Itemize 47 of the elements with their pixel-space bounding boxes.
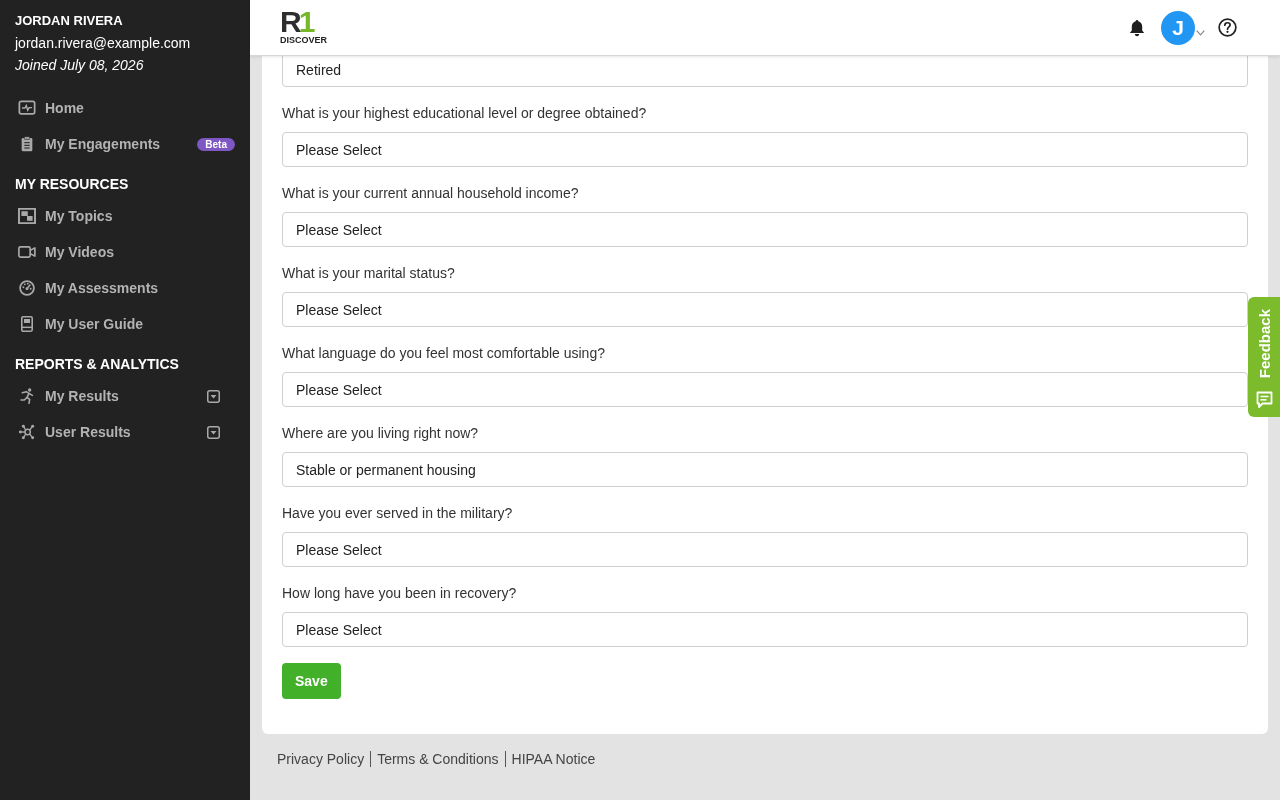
sidebar-nav-item[interactable]: My Assessments [0,270,250,306]
question-label: Where are you living right now? [282,424,479,443]
pulse-monitor-icon [18,100,36,116]
user-name: JORDAN RIVERA [15,12,123,30]
select-field[interactable]: Please Select [282,612,1248,647]
question-label: Have you ever served in the military? [282,504,513,523]
logo-caption: DISCOVER [280,35,327,46]
label-badge: Beta [197,137,235,151]
book-icon [18,316,36,332]
select-field[interactable]: Please Select [282,132,1248,167]
footer-link[interactable]: HIPAA Notice [504,751,602,767]
select-field[interactable]: Please Select [282,292,1248,327]
question-label: What is your current annual household income? [282,184,579,203]
caret-icon[interactable] [1196,29,1205,36]
user-email: jordan.rivera@example.com [15,34,191,53]
logo-mark[interactable]: R1 [280,9,313,34]
question-label: How long have you been in recovery? [282,584,517,603]
sidebar-nav-item[interactable]: My User Guide [0,306,250,342]
picture-frame-icon [18,208,36,224]
select-field[interactable]: Retired [282,56,1248,87]
section-heading: REPORTS & ANALYTICS [15,356,179,372]
caret-box-icon[interactable] [207,425,220,439]
question-label: What is your highest educational level or degree obtained? [282,104,647,123]
sidebar-nav-item[interactable]: My Videos [0,234,250,270]
select-field[interactable]: Please Select [282,212,1248,247]
footer-link[interactable]: Terms & Conditions [370,751,505,767]
running-figure-icon [18,388,36,404]
bell-icon[interactable] [1129,18,1145,37]
sidebar-nav-item[interactable]: User Results [0,414,250,450]
section-heading: MY RESOURCES [15,176,129,192]
select-field[interactable]: Please Select [282,532,1248,567]
network-nodes-icon [18,424,36,440]
sidebar-nav-item[interactable]: Home [0,90,250,126]
question-label: What language do you feel most comfortable using? [282,344,605,363]
video-camera-icon [18,244,36,260]
gauge-icon [18,280,36,296]
sidebar-nav-item[interactable]: My Engagements Beta [0,126,250,162]
select-field[interactable]: Please Select [282,372,1248,407]
chat-bubble-icon [1255,391,1273,409]
caret-box-icon[interactable] [207,389,220,403]
footer-link[interactable]: Privacy Policy [277,749,371,769]
question-label: What is your marital status? [282,264,455,283]
help-icon[interactable] [1218,18,1237,37]
sidebar-nav-item[interactable]: My Topics [0,198,250,234]
select-field[interactable]: Stable or permanent housing [282,452,1248,487]
sidebar-nav-item[interactable]: My Results [0,378,250,414]
joined-date: Joined July 08, 2026 [15,56,144,75]
